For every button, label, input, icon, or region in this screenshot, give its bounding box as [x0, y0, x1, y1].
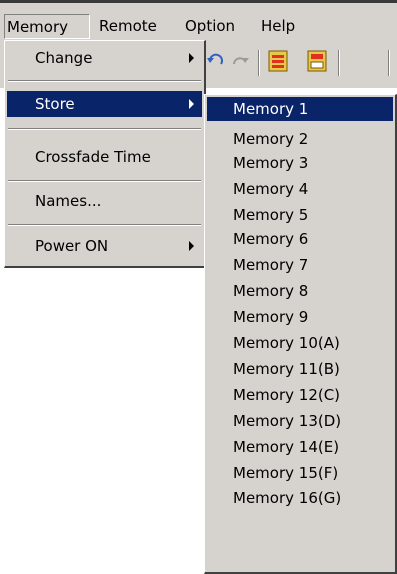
menu-separator: [8, 224, 201, 226]
submenu-arrow-icon: [189, 53, 194, 63]
menu-item-label: Store: [35, 95, 75, 113]
submenu-item-memory[interactable]: Memory 4: [207, 177, 393, 201]
submenu-item-memory[interactable]: Memory 1: [207, 97, 393, 121]
submenu-item-memory[interactable]: Memory 14(E): [207, 435, 393, 459]
submenu-item-memory[interactable]: Memory 10(A): [207, 331, 393, 355]
menu-separator: [8, 128, 201, 130]
submenu-item-memory[interactable]: Memory 6: [207, 227, 393, 251]
menu-bar: Memory Remote Option Help: [0, 0, 397, 40]
submenu-item-memory[interactable]: Memory 7: [207, 253, 393, 277]
menu-item-power-on[interactable]: Power ON: [7, 233, 202, 259]
menu-item-crossfade-time[interactable]: Crossfade Time: [7, 144, 202, 170]
menu-memory[interactable]: Memory: [4, 14, 90, 39]
menu-item-names[interactable]: Names...: [7, 188, 202, 214]
store-icon[interactable]: [265, 48, 291, 74]
submenu-item-memory[interactable]: Memory 9: [207, 305, 393, 329]
submenu-item-memory[interactable]: Memory 12(C): [207, 383, 393, 407]
toolbar-separator: [388, 50, 390, 76]
submenu-item-memory[interactable]: Memory 11(B): [207, 357, 393, 381]
menu-item-label: Change: [35, 49, 93, 67]
submenu-item-memory[interactable]: Memory 13(D): [207, 409, 393, 433]
menu-option[interactable]: Option: [185, 14, 235, 39]
submenu-item-memory[interactable]: Memory 8: [207, 279, 393, 303]
redo-icon[interactable]: [230, 48, 252, 74]
menu-help[interactable]: Help: [261, 14, 295, 39]
submenu-arrow-icon: [189, 99, 194, 109]
recall-icon[interactable]: [304, 48, 330, 74]
menu-item-label: Crossfade Time: [35, 148, 151, 166]
submenu-item-memory[interactable]: Memory 5: [207, 203, 393, 227]
window-top-edge: [0, 0, 397, 3]
menu-item-label: Names...: [35, 192, 102, 210]
toolbar-separator: [338, 50, 340, 76]
memory-menu: Change Store Crossfade Time Names... Pow…: [4, 40, 206, 268]
menu-separator: [8, 80, 201, 82]
menu-item-change[interactable]: Change: [7, 45, 202, 71]
menu-remote[interactable]: Remote: [99, 14, 157, 39]
submenu-item-memory[interactable]: Memory 2: [207, 127, 393, 151]
store-submenu: Memory 1 Memory 2 Memory 3 Memory 4 Memo…: [204, 94, 397, 574]
submenu-item-memory[interactable]: Memory 3: [207, 151, 393, 175]
undo-icon[interactable]: [205, 48, 227, 74]
submenu-item-memory[interactable]: Memory 16(G): [207, 486, 393, 510]
submenu-arrow-icon: [189, 241, 194, 251]
menu-separator: [8, 180, 201, 182]
submenu-item-memory[interactable]: Memory 15(F): [207, 461, 393, 485]
menu-item-label: Power ON: [35, 237, 109, 255]
toolbar-separator: [258, 50, 260, 76]
menu-item-store[interactable]: Store: [7, 91, 202, 117]
